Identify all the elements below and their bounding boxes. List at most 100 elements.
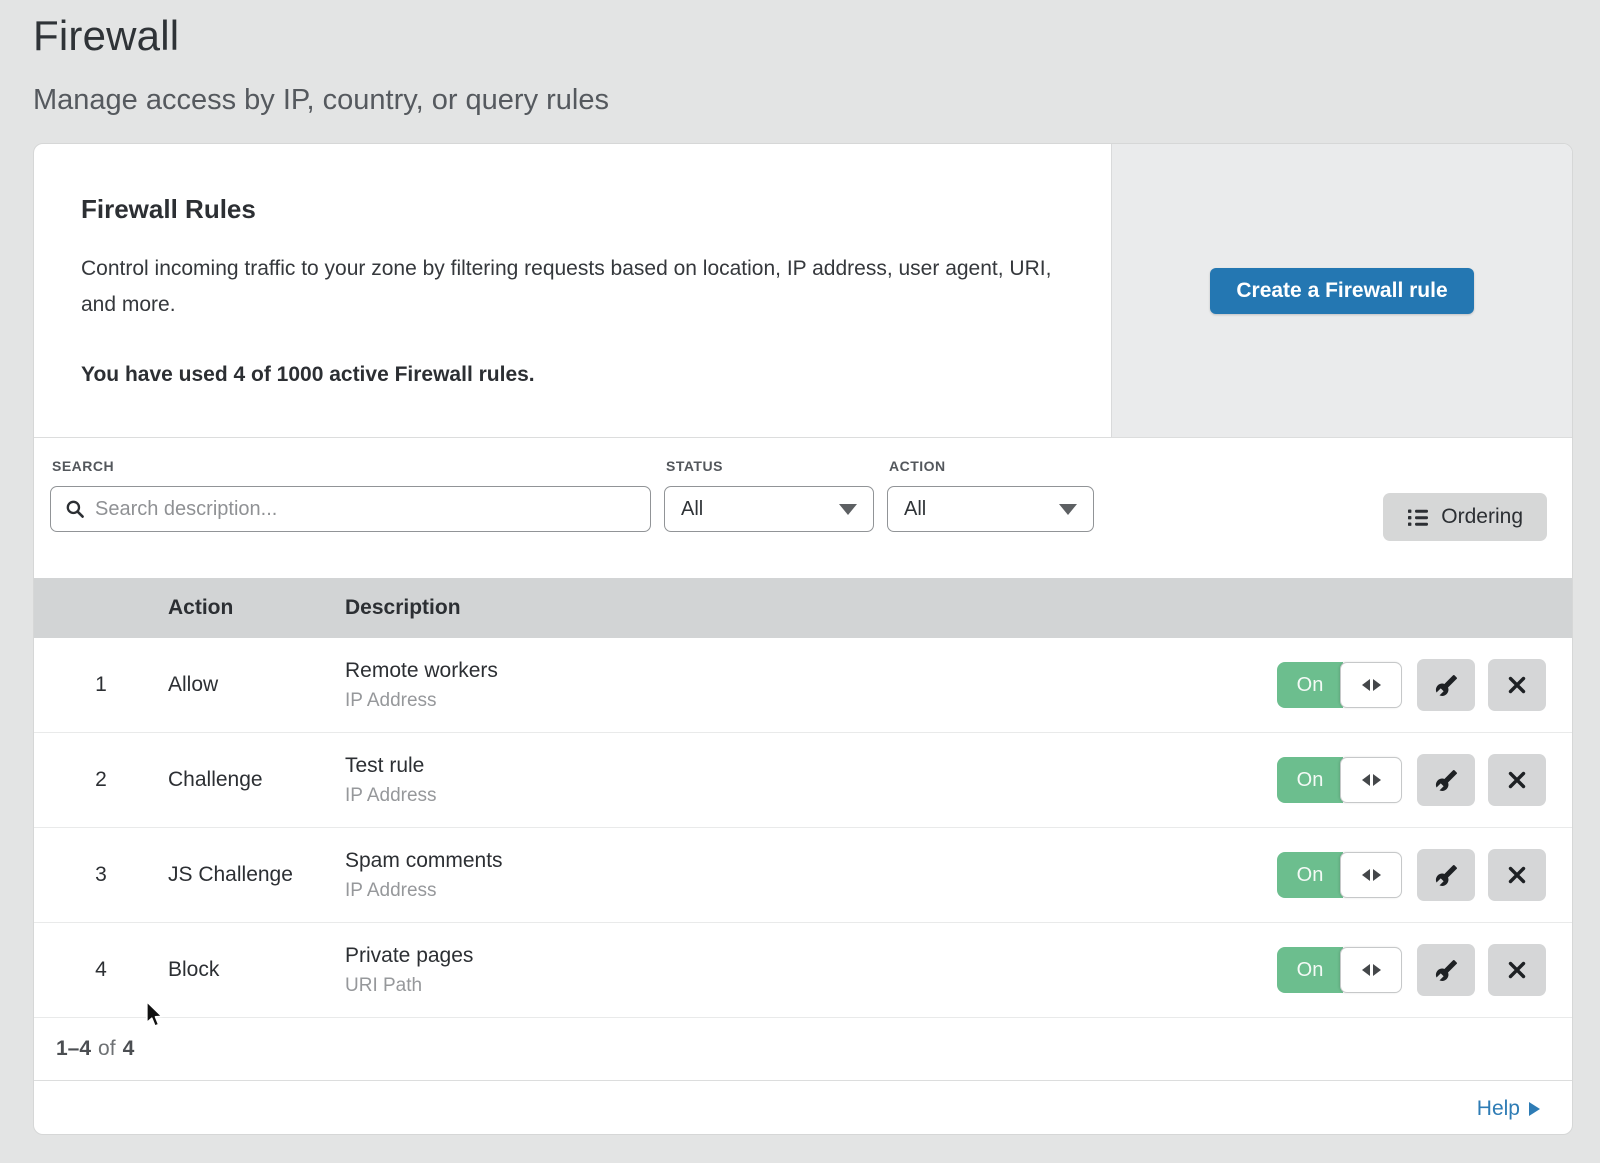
edit-rule-button[interactable] [1417,659,1475,711]
toggle-drag-handle[interactable] [1340,947,1402,993]
rule-description-cell: Remote workers IP Address [345,659,1277,712]
create-firewall-rule-button[interactable]: Create a Firewall rule [1210,268,1473,314]
close-icon [1506,674,1528,696]
firewall-rules-card: Firewall Rules Control incoming traffic … [33,143,1573,1135]
pagination: 1–4 of 4 [34,1018,1572,1080]
page-header: Firewall Manage access by IP, country, o… [0,0,1600,118]
page-title: Firewall [33,10,1600,62]
delete-rule-button[interactable] [1488,849,1546,901]
delete-rule-button[interactable] [1488,754,1546,806]
chevron-down-icon [1059,504,1077,515]
triangle-left-icon [1362,869,1370,881]
action-selected-value: All [904,498,926,521]
rule-priority: 1 [34,673,168,697]
rule-priority: 2 [34,768,168,792]
triangle-left-icon [1362,679,1370,691]
row-controls: On [1277,754,1572,806]
overview-text: Firewall Rules Control incoming traffic … [34,144,1111,437]
search-box [50,486,651,532]
rule-enabled-toggle[interactable]: On [1277,947,1402,993]
row-controls: On [1277,849,1572,901]
pagination-of: of [98,1037,116,1061]
chevron-down-icon [839,504,857,515]
description-column-header: Description [345,596,1572,620]
triangle-right-icon [1373,679,1381,691]
rule-action: Challenge [168,768,345,792]
overview-section: Firewall Rules Control incoming traffic … [34,144,1572,438]
rule-action: Block [168,958,345,982]
delete-rule-button[interactable] [1488,659,1546,711]
ordering-button[interactable]: Ordering [1383,493,1547,541]
status-filter-group: STATUS All [664,458,874,532]
table-row: 2 Challenge Test rule IP Address On [34,733,1572,828]
triangle-right-icon [1373,964,1381,976]
card-heading: Firewall Rules [81,194,1071,225]
rule-description-cell: Spam comments IP Address [345,849,1277,902]
status-select[interactable]: All [664,486,874,532]
pagination-total: 4 [123,1037,135,1061]
rule-priority: 4 [34,958,168,982]
toggle-on-label: On [1277,757,1343,803]
toggle-on-label: On [1277,947,1343,993]
rule-field: IP Address [345,785,1277,807]
cta-panel: Create a Firewall rule [1111,144,1572,437]
triangle-right-icon [1373,774,1381,786]
wrench-icon [1435,769,1458,792]
row-controls: On [1277,659,1572,711]
wrench-icon [1435,959,1458,982]
filters-bar: SEARCH STATUS All ACTION All [34,438,1572,578]
action-select[interactable]: All [887,486,1094,532]
card-description: Control incoming traffic to your zone by… [81,251,1056,323]
rule-description: Spam comments [345,849,1277,873]
action-column-header: Action [168,596,345,620]
close-icon [1506,959,1528,981]
wrench-icon [1435,864,1458,887]
toggle-drag-handle[interactable] [1340,662,1402,708]
delete-rule-button[interactable] [1488,944,1546,996]
table-row: 1 Allow Remote workers IP Address On [34,638,1572,733]
rule-action: JS Challenge [168,863,345,887]
rule-description: Private pages [345,944,1277,968]
rule-enabled-toggle[interactable]: On [1277,852,1402,898]
close-icon [1506,864,1528,886]
toggle-drag-handle[interactable] [1340,757,1402,803]
status-selected-value: All [681,498,703,521]
rule-description: Test rule [345,754,1277,778]
triangle-left-icon [1362,774,1370,786]
rule-action: Allow [168,673,345,697]
rule-enabled-toggle[interactable]: On [1277,757,1402,803]
rule-priority: 3 [34,863,168,887]
close-icon [1506,769,1528,791]
search-label: SEARCH [52,458,651,474]
wrench-icon [1435,674,1458,697]
status-label: STATUS [666,458,874,474]
rule-field: IP Address [345,690,1277,712]
action-filter-group: ACTION All [887,458,1094,532]
card-footer: Help [34,1080,1572,1135]
toggle-on-label: On [1277,662,1343,708]
triangle-right-icon [1373,869,1381,881]
help-link[interactable]: Help [1477,1097,1520,1121]
table-header: Action Description [34,578,1572,638]
rule-description-cell: Test rule IP Address [345,754,1277,807]
rule-field: URI Path [345,975,1277,997]
rule-field: IP Address [345,880,1277,902]
row-controls: On [1277,944,1572,996]
usage-note: You have used 4 of 1000 active Firewall … [81,357,1056,393]
edit-rule-button[interactable] [1417,754,1475,806]
rule-description: Remote workers [345,659,1277,683]
search-input[interactable] [95,498,636,521]
rule-enabled-toggle[interactable]: On [1277,662,1402,708]
toggle-on-label: On [1277,852,1343,898]
pagination-range: 1–4 [56,1037,91,1061]
page-subtitle: Manage access by IP, country, or query r… [33,82,1600,118]
edit-rule-button[interactable] [1417,849,1475,901]
ordering-button-label: Ordering [1441,505,1523,529]
search-filter-group: SEARCH [50,458,651,532]
table-row: 4 Block Private pages URI Path On [34,923,1572,1018]
rule-description-cell: Private pages URI Path [345,944,1277,997]
toggle-drag-handle[interactable] [1340,852,1402,898]
edit-rule-button[interactable] [1417,944,1475,996]
table-row: 3 JS Challenge Spam comments IP Address … [34,828,1572,923]
triangle-left-icon [1362,964,1370,976]
